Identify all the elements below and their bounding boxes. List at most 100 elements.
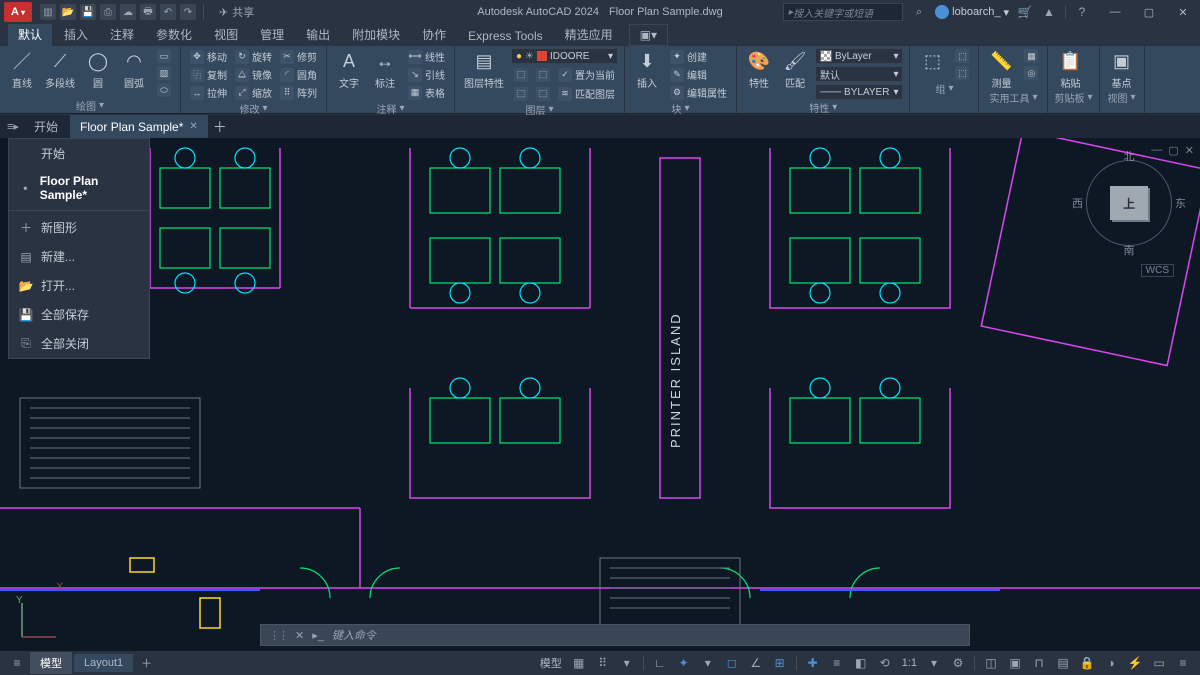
layer-match-1[interactable]: ⬚ (511, 67, 531, 83)
qat-new-icon[interactable]: ▥ (40, 4, 56, 20)
color-selector[interactable]: ByLayer▾ (815, 48, 903, 64)
status-osnap-icon[interactable]: ◻ (721, 653, 743, 673)
app-store-icon[interactable]: ▲ (1041, 4, 1057, 20)
tool-basepoint[interactable]: ▣基点 (1106, 48, 1138, 90)
status-monitor-icon[interactable]: ▣ (1004, 653, 1026, 673)
status-dyn-icon[interactable]: ✚ (802, 653, 824, 673)
dropdown-item-start[interactable]: 开始 (9, 139, 149, 168)
status-cycling-icon[interactable]: ⟲ (874, 653, 896, 673)
status-isolate-icon[interactable]: ◑ (1100, 653, 1122, 673)
status-cleanscreen-icon[interactable]: ▭ (1148, 653, 1170, 673)
window-minimize-button[interactable]: — (1098, 0, 1132, 24)
search-icon[interactable]: ⌕ (911, 6, 927, 19)
linetype-selector[interactable]: ─── BYLAYER▾ (815, 84, 903, 100)
tool-hatch[interactable]: ▨ (154, 65, 174, 81)
tool-fillet[interactable]: ◜圆角 (277, 66, 320, 83)
util-opt-1[interactable]: ▦ (1021, 48, 1041, 64)
status-grid-icon[interactable]: ▦ (568, 653, 590, 673)
set-current-layer[interactable]: ✓置为当前 (555, 66, 618, 83)
qat-open-icon[interactable]: 📂 (60, 4, 76, 20)
tool-arc[interactable]: ◠圆弧 (118, 48, 150, 90)
wcs-label[interactable]: WCS (1141, 264, 1174, 277)
status-hardware-icon[interactable]: ⚡ (1124, 653, 1146, 673)
window-close-button[interactable]: ✕ (1166, 0, 1200, 24)
status-lock-icon[interactable]: 🔒 (1076, 653, 1098, 673)
tool-circle[interactable]: ◯圆 (82, 48, 114, 90)
tool-line[interactable]: ／直线 (6, 48, 38, 90)
tool-copy[interactable]: ⿻复制 (187, 66, 230, 83)
ribbon-tab-parametric[interactable]: 参数化 (146, 23, 202, 46)
drawing-tab-add-button[interactable]: ＋ (210, 117, 230, 137)
layer-iso-1[interactable]: ⬚ (511, 86, 531, 102)
cmd-close-icon[interactable]: ✕ (295, 629, 304, 642)
group-opt-2[interactable]: ⬚ (952, 65, 972, 81)
layout-tab-model[interactable]: 模型 (30, 652, 72, 674)
layout-tab-layout1[interactable]: Layout1 (74, 654, 133, 672)
cart-icon[interactable]: 🛒 (1017, 4, 1033, 20)
help-icon[interactable]: ? (1074, 4, 1090, 20)
dropdown-action-newdwg[interactable]: ＋新图形 (9, 213, 149, 242)
ribbon-tab-manage[interactable]: 管理 (250, 23, 294, 46)
status-polar-icon[interactable]: ✦ (673, 653, 695, 673)
status-model-button[interactable]: 模型 (536, 655, 566, 671)
ribbon-tab-view[interactable]: 视图 (204, 23, 248, 46)
tool-block-insert[interactable]: ⬇插入 (631, 48, 663, 90)
lineweight-selector[interactable]: 默认▾ (815, 66, 903, 82)
ribbon-tab-express[interactable]: Express Tools (458, 26, 552, 46)
viewport-close-icon[interactable]: ✕ (1185, 144, 1194, 157)
ribbon-tab-home[interactable]: 默认 (8, 23, 52, 46)
app-menu-button[interactable]: A (4, 2, 32, 22)
command-line[interactable]: ⋮⋮ ✕ ▸_ 键入命令 (260, 624, 970, 646)
status-gear-icon[interactable]: ⚙ (947, 653, 969, 673)
share-button[interactable]: ✈ 共享 (219, 4, 254, 20)
status-annoscale-icon[interactable]: ▾ (923, 653, 945, 673)
dropdown-action-open[interactable]: 📂打开... (9, 271, 149, 300)
qat-save-icon[interactable]: 💾 (80, 4, 96, 20)
tool-move[interactable]: ✥移动 (187, 48, 230, 65)
tool-block-attedit[interactable]: ⚙编辑属性 (667, 84, 730, 101)
status-iso-icon[interactable]: ▾ (697, 653, 719, 673)
tool-dim[interactable]: ↔标注 (369, 48, 401, 90)
drawing-tab-active[interactable]: Floor Plan Sample*✕ (70, 115, 208, 139)
tool-stretch[interactable]: ↔拉伸 (187, 84, 230, 101)
drawing-canvas[interactable]: PRINTER ISLAND — ▢ ✕ 北 南 东 西 上 WCS Y X ⋮… (0, 138, 1200, 651)
tool-linear[interactable]: ⟷线性 (405, 48, 448, 65)
tool-ellipse[interactable]: ⬭ (154, 82, 174, 98)
tool-block-create[interactable]: ✦创建 (667, 48, 730, 65)
tool-rotate[interactable]: ↻旋转 (232, 48, 275, 65)
dropdown-action-saveall[interactable]: 💾全部保存 (9, 300, 149, 329)
tool-layer-props[interactable]: ▤图层特性 (461, 48, 507, 90)
ribbon-tab-featured[interactable]: 精选应用 (555, 23, 623, 46)
tool-pline[interactable]: ⟋多段线 (42, 48, 78, 90)
ribbon-tab-addins[interactable]: 附加模块 (342, 23, 410, 46)
ribbon-tab-collab[interactable]: 协作 (412, 23, 456, 46)
drawing-tab-start[interactable]: 开始 (24, 115, 68, 139)
close-tab-icon[interactable]: ✕ (189, 121, 197, 132)
viewport-restore-icon[interactable]: ▢ (1168, 144, 1178, 157)
tool-leader[interactable]: ↘引线 (405, 66, 448, 83)
tool-paste[interactable]: 📋粘贴 (1054, 48, 1086, 90)
tool-properties[interactable]: 🎨特性 (743, 48, 775, 90)
qat-saveas-icon[interactable]: ⎙ (100, 4, 116, 20)
layout-tab-add[interactable]: ＋ (135, 655, 158, 671)
tool-array[interactable]: ⠿阵列 (277, 84, 320, 101)
match-layer[interactable]: ≋匹配图层 (555, 85, 618, 102)
window-maximize-button[interactable]: ▢ (1132, 0, 1166, 24)
cmd-recent-icon[interactable]: ▸_ (312, 629, 324, 642)
tool-rect[interactable]: ▭ (154, 48, 174, 64)
cmd-handle-icon[interactable]: ⋮⋮ (269, 629, 287, 642)
help-search-input[interactable]: ▸ 搜入关键字或短语 (783, 3, 903, 21)
group-opt-1[interactable]: ⬚ (952, 48, 972, 64)
ribbon-tab-output[interactable]: 输出 (296, 23, 340, 46)
status-scale[interactable]: 1:1 (898, 657, 921, 669)
status-units-icon[interactable]: ⊓ (1028, 653, 1050, 673)
tool-measure[interactable]: 📏测量 (985, 48, 1017, 90)
tool-mirror[interactable]: ⧋镜像 (232, 66, 275, 83)
drawing-tab-menu-button[interactable]: ≡▸ (4, 118, 22, 136)
tool-group[interactable]: ⬚ (916, 48, 948, 74)
status-lwt-icon[interactable]: ≡ (826, 653, 848, 673)
status-ortho-icon[interactable]: ∟ (649, 653, 671, 673)
tool-block-edit[interactable]: ✎编辑 (667, 66, 730, 83)
viewport-minimize-icon[interactable]: — (1151, 144, 1162, 157)
qat-plot-icon[interactable]: 🖶 (140, 4, 156, 20)
